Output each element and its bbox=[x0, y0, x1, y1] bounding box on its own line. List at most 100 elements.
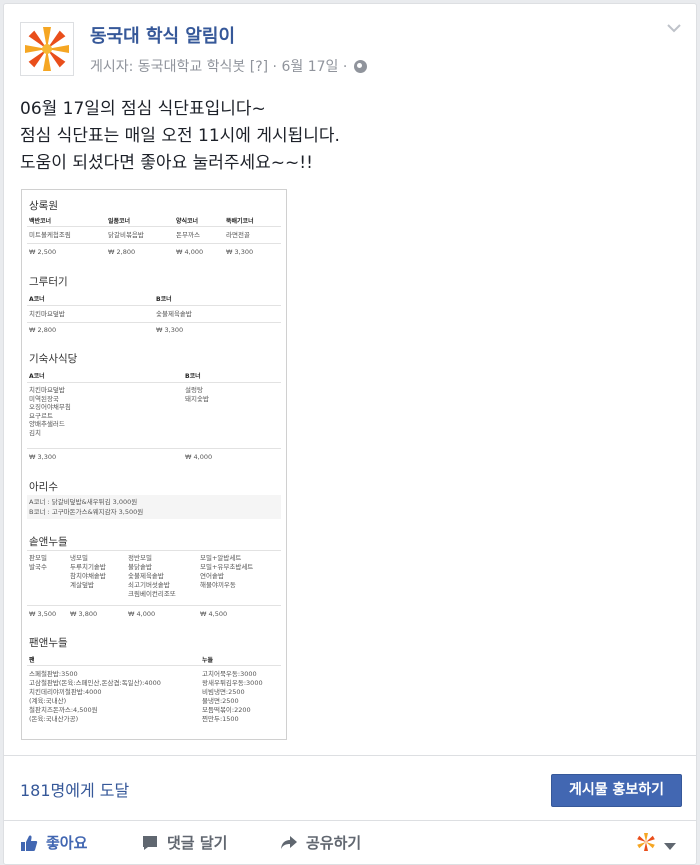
price: ₩ 4,000 bbox=[128, 610, 156, 618]
column-header: 백반코너 bbox=[29, 218, 52, 225]
price: ₩ 4,500 bbox=[200, 610, 228, 618]
menu-item: 양배추샐러드 bbox=[29, 420, 65, 428]
post-meta-text: 게시자: 동국대학교 학식봇 [?] · 6월 17일 · bbox=[90, 59, 348, 75]
divider bbox=[27, 322, 281, 323]
price: ₩ 3,500 bbox=[29, 610, 57, 618]
menu-item: 돼지숯밥 bbox=[185, 394, 209, 403]
post-text-line: 점심 식단표는 매일 오전 11시에 게시됩니다. bbox=[20, 126, 340, 146]
reach-count-link[interactable]: 181명에게 도달 bbox=[20, 777, 129, 801]
menu-item: 고치어묵우동:3000 bbox=[202, 670, 257, 678]
comment-icon bbox=[143, 835, 157, 850]
menu-item: 치킨마요덮밥 bbox=[29, 310, 65, 318]
column-header: B코너 bbox=[185, 373, 201, 380]
price: ₩ 2,500 bbox=[29, 248, 57, 256]
section-title: 상록원 bbox=[29, 200, 58, 212]
column-header: A코너 bbox=[29, 373, 45, 380]
menu-item: 닭갈비볶음밥 bbox=[108, 231, 144, 239]
divider bbox=[27, 226, 281, 227]
column-header: B코너 bbox=[156, 296, 172, 303]
price: ₩ 3,300 bbox=[226, 248, 254, 256]
price: ₩ 3,300 bbox=[156, 326, 184, 334]
menu-item: 비빔냉면:2500 bbox=[202, 688, 245, 696]
page-avatar-small-icon[interactable] bbox=[636, 832, 656, 852]
globe-icon[interactable] bbox=[353, 60, 367, 73]
menu-item: 찐만두:1500 bbox=[202, 715, 239, 723]
menu-item: (돈육:국내산가공) bbox=[29, 715, 79, 723]
section-title: 그루터기 bbox=[29, 276, 68, 288]
column-header: 양식코너 bbox=[176, 218, 199, 225]
menu-item: 모밀+유부초밥세트 bbox=[200, 563, 254, 571]
menu-item: 두루치기솥밥 bbox=[70, 563, 106, 571]
share-button[interactable]: 공유하기 bbox=[280, 832, 361, 853]
menu-item: 스페철판밥:3500 bbox=[29, 670, 78, 678]
menu-item: 미역된장국 bbox=[29, 394, 59, 403]
like-button[interactable]: 좋아요 bbox=[20, 832, 87, 853]
sun-logo-icon bbox=[25, 27, 69, 71]
price: ₩ 3,300 bbox=[29, 453, 57, 461]
menu-item: 숯불제육솥밥 bbox=[128, 572, 164, 580]
menu-item: 치킨데리야끼철판밥:4000 bbox=[29, 688, 102, 696]
like-label: 좋아요 bbox=[46, 834, 88, 852]
menu-item: 치킨마요덮밥 bbox=[29, 386, 65, 394]
thumbs-up-icon bbox=[21, 835, 38, 851]
menu-item: 모듬떡볶이:2200 bbox=[202, 706, 251, 714]
section-title: 솥앤누들 bbox=[29, 536, 68, 548]
menu-image[interactable]: 상록원 백반코너 일품코너 양식코너 뚝배기코너 미트볼케첩조림 닭갈비볶음밥 … bbox=[21, 189, 287, 740]
share-icon bbox=[281, 835, 297, 849]
divider bbox=[27, 305, 281, 306]
price: ₩ 4,000 bbox=[185, 453, 213, 461]
menu-item: 계살덮밥 bbox=[70, 581, 94, 589]
post-text-line: 06월 17일의 점심 식단표입니다~ bbox=[20, 99, 266, 119]
post-card: 동국대 학식 알림이 게시자: 동국대학교 학식봇 [?] · 6월 17일 ·… bbox=[3, 3, 697, 865]
menu-item: 설렁탕 bbox=[185, 386, 203, 394]
divider bbox=[27, 243, 281, 244]
menu-item: 숯불제육솥밥 bbox=[156, 310, 192, 318]
menu-item: 불닭솥밥 bbox=[128, 563, 152, 571]
divider bbox=[27, 382, 281, 383]
column-header: 뚝배기코너 bbox=[226, 218, 254, 225]
menu-item: 철판치즈돈까스:4,500원 bbox=[29, 706, 98, 714]
comment-label: 댓글 달기 bbox=[167, 834, 228, 852]
column-header: A코너 bbox=[29, 296, 45, 303]
menu-item: 미트볼케첩조림 bbox=[29, 231, 71, 239]
post-header: 동국대 학식 알림이 게시자: 동국대학교 학식봇 [?] · 6월 17일 · bbox=[18, 18, 682, 82]
divider bbox=[27, 550, 281, 551]
section-title: 기숙사식당 bbox=[29, 353, 78, 365]
divider bbox=[27, 665, 281, 666]
menu-item: 정반모밀 bbox=[128, 554, 152, 562]
section-title: 팬앤누들 bbox=[29, 637, 68, 649]
column-header: 누들 bbox=[202, 657, 214, 664]
price: ₩ 4,000 bbox=[176, 248, 204, 256]
menu-item: 해물야끼우동 bbox=[200, 581, 236, 589]
page-name-link[interactable]: 동국대 학식 알림이 bbox=[90, 22, 235, 48]
comment-button[interactable]: 댓글 달기 bbox=[141, 832, 227, 853]
menu-item: A코너 : 닭갈비덮밥&새우튀김 3,000원 bbox=[29, 498, 138, 506]
price: ₩ 2,800 bbox=[108, 248, 136, 256]
chevron-down-icon[interactable] bbox=[666, 20, 682, 36]
menu-item: 오징어야채무침 bbox=[29, 403, 71, 411]
menu-item: B코너 : 고구마돈가스&웨지감자 3,500원 bbox=[29, 508, 144, 516]
menu-item: 요구르트 bbox=[29, 411, 53, 420]
menu-item: 연어솥밥 bbox=[200, 572, 224, 580]
price: ₩ 2,800 bbox=[29, 326, 57, 334]
action-bar: 좋아요 댓글 달기 공유하기 bbox=[4, 824, 696, 864]
menu-item: 참치야채솥밥 bbox=[70, 572, 106, 580]
divider bbox=[4, 755, 696, 756]
menu-item: 김치 bbox=[29, 428, 41, 437]
menu-item: 크림베이컨리조또 bbox=[128, 590, 176, 598]
menu-item: 고삼철판밥(돈육:스페인산,돈삼겹:독일산):4000 bbox=[29, 679, 161, 687]
page-avatar[interactable] bbox=[20, 22, 74, 76]
menu-item: 발국수 bbox=[29, 563, 47, 571]
divider bbox=[4, 820, 696, 821]
column-header: 일품코너 bbox=[108, 218, 131, 225]
price: ₩ 3,800 bbox=[70, 610, 98, 618]
menu-item: 왕새우튀김우동:3000 bbox=[202, 679, 263, 687]
caret-down-icon[interactable] bbox=[664, 843, 676, 850]
menu-item: 물냉면:2500 bbox=[202, 697, 239, 705]
menu-item: 냉모밀 bbox=[70, 554, 88, 562]
boost-post-button[interactable]: 게시물 홍보하기 bbox=[551, 774, 682, 807]
menu-item: (계육:국내산) bbox=[29, 697, 67, 705]
divider bbox=[27, 448, 281, 449]
section-title: 아리수 bbox=[29, 481, 58, 493]
menu-item: 판모밀 bbox=[29, 554, 47, 562]
